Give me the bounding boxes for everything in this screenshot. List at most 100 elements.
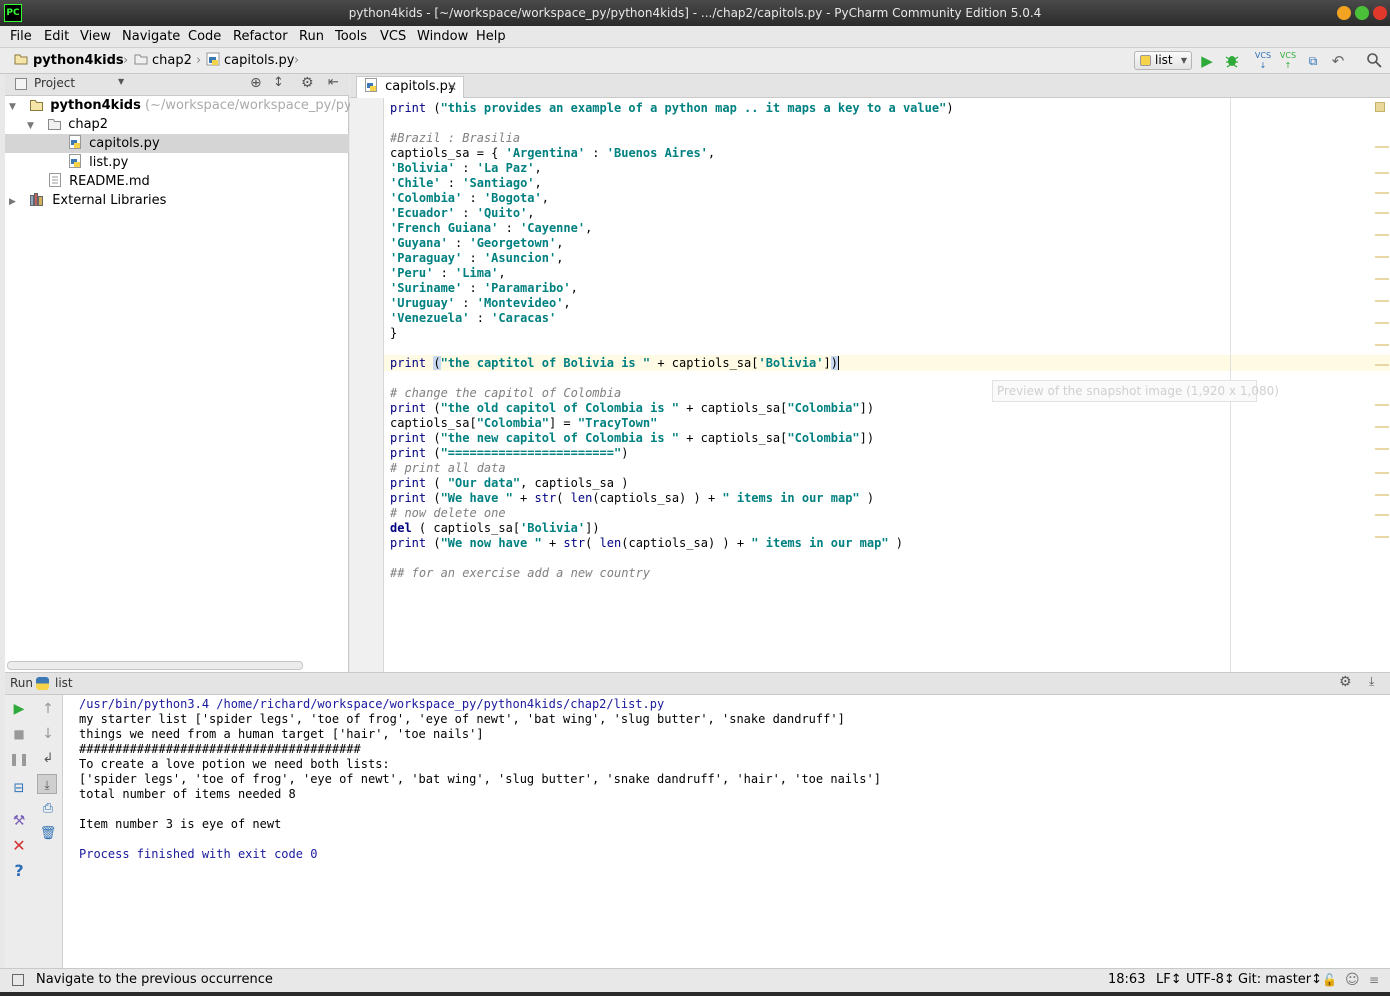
- hide-panel-icon[interactable]: ⇤: [328, 75, 339, 90]
- error-stripe-marker[interactable]: [1375, 494, 1389, 496]
- status-bar: Navigate to the previous occurrence 18:6…: [0, 968, 1390, 992]
- editor-tab-capitols-py[interactable]: capitols.py ✕: [356, 76, 464, 98]
- code-line: # now delete one: [390, 506, 506, 520]
- debug-icon[interactable]: [1222, 51, 1242, 71]
- console-line: Item number 3 is eye of newt: [79, 817, 282, 831]
- expand-arrow-icon[interactable]: ▼: [27, 121, 34, 131]
- scroll-to-end-icon[interactable]: ⤓: [37, 774, 57, 794]
- run-config-tab[interactable]: list: [55, 676, 73, 690]
- close-tab-icon[interactable]: ✕: [447, 77, 457, 97]
- error-stripe-marker[interactable]: [1375, 472, 1389, 474]
- menu-view[interactable]: View: [80, 28, 111, 46]
- minimize-button[interactable]: [1337, 6, 1351, 20]
- arrow-up-icon[interactable]: ↑: [38, 699, 58, 719]
- code-line: # print all data: [390, 461, 506, 475]
- expand-arrow-icon[interactable]: ▼: [9, 102, 16, 112]
- error-stripe-marker[interactable]: [1375, 278, 1389, 280]
- breadcrumb-file[interactable]: capitols.py: [224, 52, 295, 70]
- line-separator[interactable]: LF↕: [1156, 969, 1182, 991]
- tree-item-readme[interactable]: README.md: [5, 172, 349, 191]
- run-config-dropdown[interactable]: list ▼: [1134, 51, 1192, 70]
- pause-icon[interactable]: ❚❚: [9, 749, 29, 769]
- help-icon[interactable]: ?: [9, 861, 29, 881]
- menu-edit[interactable]: Edit: [44, 28, 69, 46]
- project-panel-header: Project ▼ ⊕ ↕ ⚙ ⇤: [5, 74, 349, 96]
- vcs-update-icon[interactable]: VCS ↓: [1253, 51, 1273, 71]
- caret-position[interactable]: 18:63: [1108, 969, 1145, 991]
- error-stripe-marker[interactable]: [1375, 404, 1389, 406]
- search-icon[interactable]: [1364, 51, 1384, 71]
- compare-icon[interactable]: ⧉: [1303, 51, 1323, 71]
- menu-help[interactable]: Help: [476, 28, 506, 46]
- restore-layout-icon[interactable]: ⊟: [9, 779, 29, 799]
- error-stripe-marker[interactable]: [1375, 256, 1389, 258]
- menu-refactor[interactable]: Refactor: [233, 28, 288, 46]
- run-console-output[interactable]: /usr/bin/python3.4 /home/richard/workspa…: [79, 697, 1379, 862]
- tree-item-chap2[interactable]: ▼ chap2: [5, 115, 349, 134]
- breadcrumb-project[interactable]: python4kids: [33, 52, 124, 70]
- error-stripe-marker[interactable]: [1375, 300, 1389, 302]
- folder-icon: [30, 98, 44, 112]
- inspector-icon[interactable]: ☺: [1345, 969, 1360, 991]
- file-encoding[interactable]: UTF-8↕: [1186, 969, 1235, 991]
- tool-windows-icon[interactable]: [12, 974, 24, 986]
- code-line: 'Suriname' : 'Paramaribo',: [390, 281, 578, 295]
- event-log-icon[interactable]: ≡: [1369, 969, 1379, 991]
- run-icon[interactable]: ▶: [1197, 51, 1217, 71]
- menu-file[interactable]: File: [10, 28, 32, 46]
- lock-icon[interactable]: 🔓: [1322, 969, 1337, 991]
- error-stripe-marker[interactable]: [1375, 212, 1389, 214]
- menu-vcs[interactable]: VCS: [380, 28, 406, 46]
- error-stripe-marker[interactable]: [1375, 192, 1389, 194]
- pin-icon[interactable]: ⚒: [9, 811, 29, 831]
- error-stripe-marker[interactable]: [1375, 344, 1389, 346]
- gear-icon[interactable]: ⚙: [301, 75, 314, 91]
- console-line: my starter list ['spider legs', 'toe of …: [79, 712, 845, 726]
- rerun-icon[interactable]: ▶: [9, 699, 29, 719]
- code-area[interactable]: print ("this provides an example of a py…: [390, 101, 1380, 581]
- print-icon[interactable]: ⎙: [38, 799, 58, 819]
- vcs-commit-icon[interactable]: VCS ↑: [1278, 51, 1298, 71]
- hide-panel-icon[interactable]: ⤓: [1369, 674, 1374, 689]
- error-stripe-marker[interactable]: [1375, 536, 1389, 538]
- code-line: }: [390, 326, 398, 340]
- error-stripe-marker[interactable]: [1375, 514, 1389, 516]
- soft-wrap-icon[interactable]: ↲: [38, 749, 58, 769]
- gear-icon[interactable]: ⚙: [1339, 674, 1352, 690]
- error-stripe-marker[interactable]: [1375, 234, 1389, 236]
- menu-code[interactable]: Code: [188, 28, 221, 46]
- collapse-all-icon[interactable]: ↕: [273, 75, 284, 90]
- tree-item-list-py[interactable]: list.py: [5, 153, 349, 172]
- horizontal-scrollbar[interactable]: [7, 661, 303, 670]
- revert-icon[interactable]: ↶: [1328, 51, 1348, 71]
- error-stripe-marker[interactable]: [1375, 448, 1389, 450]
- tree-item-project-root[interactable]: ▼ python4kids (~/workspace/workspace_py/…: [5, 96, 373, 115]
- project-view-selector[interactable]: Project: [34, 76, 75, 90]
- code-line: print ("the new capitol of Colombia is "…: [390, 431, 875, 445]
- error-stripe-marker[interactable]: [1375, 172, 1389, 174]
- git-branch[interactable]: Git: master↕: [1238, 969, 1322, 991]
- menu-run[interactable]: Run: [299, 28, 324, 46]
- tree-item-capitols-py[interactable]: capitols.py: [5, 134, 349, 153]
- code-line: 'French Guiana' : 'Cayenne',: [390, 221, 593, 235]
- locate-file-icon[interactable]: ⊕: [250, 75, 262, 91]
- breadcrumb-folder[interactable]: chap2: [152, 52, 192, 70]
- maximize-button[interactable]: [1355, 6, 1369, 20]
- menu-window[interactable]: Window: [417, 28, 468, 46]
- error-stripe-marker[interactable]: [1375, 364, 1389, 366]
- chevron-down-icon[interactable]: ▼: [118, 77, 124, 86]
- menu-navigate[interactable]: Navigate: [122, 28, 180, 46]
- arrow-down-icon[interactable]: ↓: [38, 724, 58, 744]
- trash-icon[interactable]: 🗑: [38, 824, 58, 844]
- menu-tools[interactable]: Tools: [335, 28, 367, 46]
- close-button[interactable]: [1373, 6, 1387, 20]
- code-line: print ( "Our data", captiols_sa ): [390, 476, 629, 490]
- error-stripe-marker[interactable]: [1375, 426, 1389, 428]
- stop-icon[interactable]: ■: [9, 724, 29, 744]
- error-stripe-marker[interactable]: [1375, 146, 1389, 148]
- collapse-arrow-icon[interactable]: ▶: [9, 197, 16, 207]
- inspection-status-icon[interactable]: [1375, 102, 1385, 112]
- tree-item-external-libraries[interactable]: ▶ External Libraries: [5, 191, 349, 210]
- error-stripe-marker[interactable]: [1375, 322, 1389, 324]
- close-icon[interactable]: ✕: [9, 836, 29, 856]
